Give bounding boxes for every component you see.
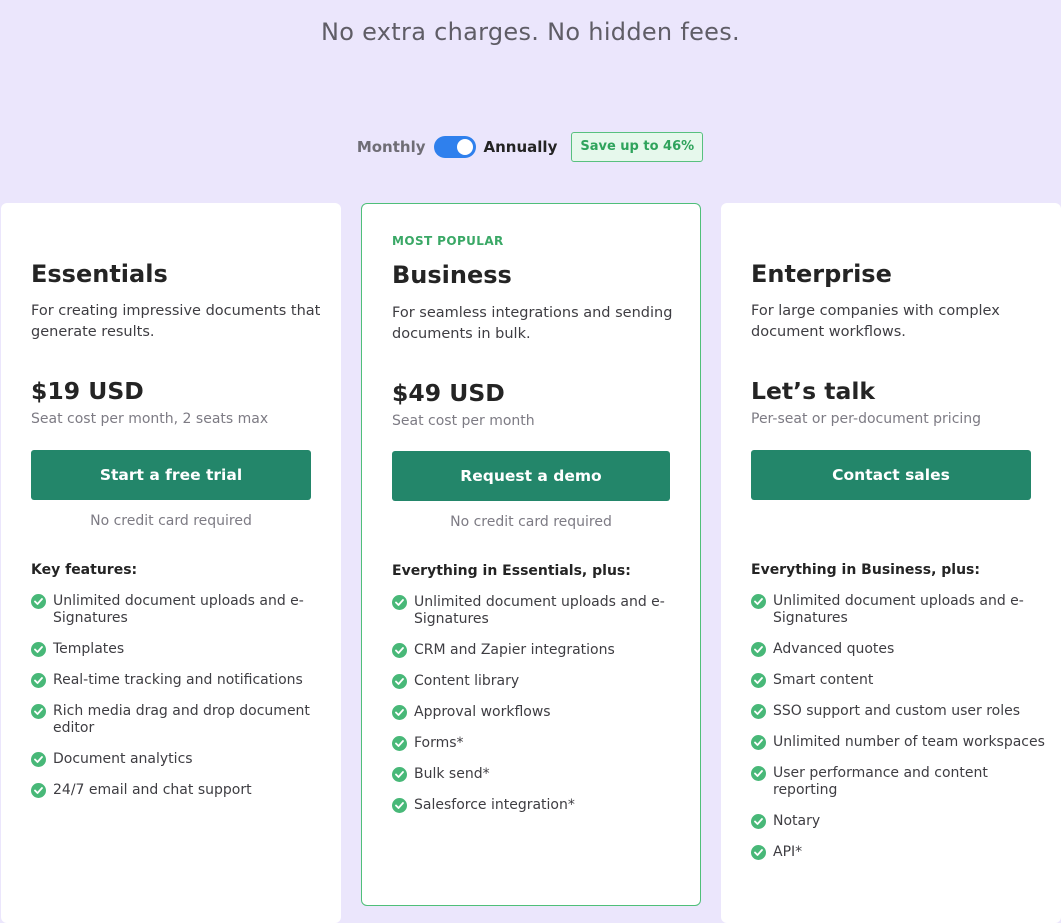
feature-text: Notary	[773, 813, 821, 829]
check-icon	[31, 594, 46, 609]
no-credit-card-note: No credit card required	[450, 514, 612, 530]
billing-period-switch[interactable]	[433, 136, 476, 158]
feature-text: Rich media drag and drop document editor	[53, 703, 310, 736]
feature-text: CRM and Zapier integrations	[414, 642, 615, 658]
feature-item: Forms*	[392, 735, 692, 752]
feature-item: 24/7 email and chat support	[31, 782, 331, 799]
feature-item: Advanced quotes	[751, 641, 1051, 658]
save-badge: Save up to 46%	[571, 132, 704, 162]
feature-item: Bulk send*	[392, 766, 692, 783]
feature-text: User performance and content reporting	[773, 765, 988, 798]
feature-text: Bulk send*	[414, 766, 490, 782]
feature-item: Rich media drag and drop document editor	[31, 703, 331, 737]
feature-item: Unlimited document uploads and e-Signatu…	[31, 593, 331, 627]
feature-text: Forms*	[414, 735, 464, 751]
check-icon	[751, 735, 766, 750]
plan-price: $49 USD	[392, 379, 505, 407]
feature-item: Unlimited number of team workspaces	[751, 734, 1051, 751]
feature-item: API*	[751, 844, 1051, 861]
plan-price: $19 USD	[31, 377, 144, 405]
feature-text: Content library	[414, 673, 520, 689]
request-demo-button[interactable]: Request a demo	[392, 451, 670, 501]
check-icon	[392, 595, 407, 610]
features-heading: Everything in Business, plus:	[751, 562, 980, 578]
feature-item: User performance and content reporting	[751, 765, 1051, 799]
check-icon	[392, 798, 407, 813]
plan-price: Let’s talk	[751, 377, 876, 405]
feature-item: Real-time tracking and notifications	[31, 672, 331, 689]
check-icon	[751, 642, 766, 657]
plan-card-essentials: Essentials For creating impressive docum…	[1, 203, 341, 923]
switch-knob	[456, 139, 473, 155]
monthly-label[interactable]: Monthly	[357, 138, 426, 156]
billing-toggle-row: Monthly Annually Save up to 46%	[0, 132, 1061, 162]
check-icon	[392, 643, 407, 658]
check-icon	[392, 705, 407, 720]
feature-item: Unlimited document uploads and e-Signatu…	[751, 593, 1051, 627]
feature-text: Unlimited number of team workspaces	[773, 734, 1045, 750]
features-heading: Key features:	[31, 562, 138, 578]
feature-text: Smart content	[773, 672, 874, 688]
check-icon	[751, 766, 766, 781]
check-icon	[751, 673, 766, 688]
price-note: Seat cost per month	[392, 413, 535, 429]
features-heading: Everything in Essentials, plus:	[392, 563, 631, 579]
feature-text: Real-time tracking and notifications	[53, 672, 303, 688]
plan-description: For creating impressive documents that g…	[31, 303, 321, 340]
feature-text: Unlimited document uploads and e-Signatu…	[773, 593, 1024, 626]
start-free-trial-button[interactable]: Start a free trial	[31, 450, 311, 500]
check-icon	[31, 642, 46, 657]
feature-text: Approval workflows	[414, 704, 551, 720]
feature-text: Unlimited document uploads and e-Signatu…	[53, 593, 304, 626]
plan-description: For large companies with complex documen…	[751, 303, 1000, 340]
feature-text: Advanced quotes	[773, 641, 895, 657]
feature-item: SSO support and custom user roles	[751, 703, 1051, 720]
feature-list: Unlimited document uploads and e-Signatu…	[392, 594, 692, 828]
contact-sales-button[interactable]: Contact sales	[751, 450, 1031, 500]
plan-card-enterprise: Enterprise For large companies with comp…	[721, 203, 1061, 923]
feature-item: Salesforce integration*	[392, 797, 692, 814]
check-icon	[751, 704, 766, 719]
plan-name: Essentials	[31, 260, 168, 288]
feature-text: Templates	[53, 641, 125, 657]
check-icon	[392, 767, 407, 782]
no-credit-card-note: No credit card required	[90, 513, 252, 529]
feature-item: Unlimited document uploads and e-Signatu…	[392, 594, 692, 628]
feature-text: 24/7 email and chat support	[53, 782, 252, 798]
check-icon	[392, 674, 407, 689]
pricing-subtitle: No extra charges. No hidden fees.	[321, 18, 740, 46]
feature-item: CRM and Zapier integrations	[392, 642, 692, 659]
check-icon	[751, 845, 766, 860]
plan-name: Business	[392, 261, 512, 289]
feature-item: Templates	[31, 641, 331, 658]
feature-text: Document analytics	[53, 751, 193, 767]
feature-item: Document analytics	[31, 751, 331, 768]
feature-text: Salesforce integration*	[414, 797, 575, 813]
price-note: Per-seat or per-document pricing	[751, 411, 982, 427]
feature-list: Unlimited document uploads and e-Signatu…	[31, 593, 331, 813]
feature-text: API*	[773, 844, 803, 860]
feature-item: Notary	[751, 813, 1051, 830]
feature-list: Unlimited document uploads and e-Signatu…	[751, 593, 1051, 875]
price-note: Seat cost per month, 2 seats max	[31, 411, 269, 427]
check-icon	[751, 814, 766, 829]
check-icon	[31, 752, 46, 767]
check-icon	[31, 673, 46, 688]
plan-card-business: MOST POPULAR Business For seamless integ…	[361, 203, 701, 906]
check-icon	[751, 594, 766, 609]
check-icon	[392, 736, 407, 751]
feature-item: Approval workflows	[392, 704, 692, 721]
check-icon	[31, 783, 46, 798]
feature-item: Smart content	[751, 672, 1051, 689]
annually-label[interactable]: Annually	[484, 138, 558, 156]
check-icon	[31, 704, 46, 719]
most-popular-badge: MOST POPULAR	[392, 234, 504, 248]
plan-name: Enterprise	[751, 260, 892, 288]
feature-text: Unlimited document uploads and e-Signatu…	[414, 594, 665, 627]
feature-text: SSO support and custom user roles	[773, 703, 1021, 719]
plan-description: For seamless integrations and sending do…	[392, 305, 673, 342]
feature-item: Content library	[392, 673, 692, 690]
